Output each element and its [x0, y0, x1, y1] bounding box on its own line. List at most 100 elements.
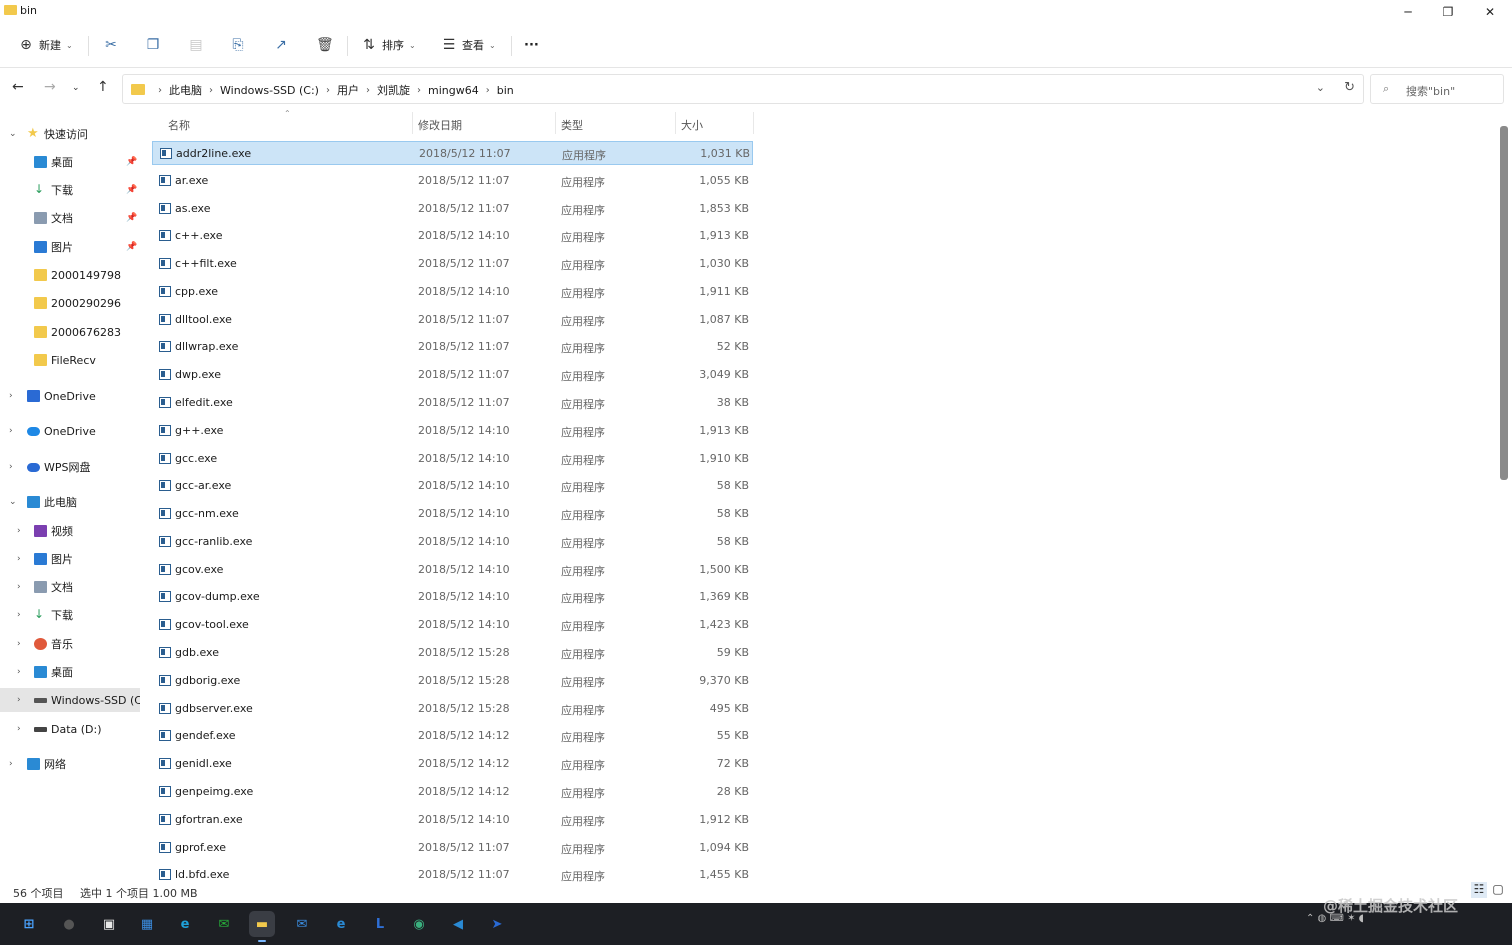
nav-item[interactable]: FileRecv: [0, 348, 140, 372]
file-row[interactable]: ar.exe 2018/5/12 11:07 应用程序 1,055 KB: [152, 169, 753, 193]
nav-item[interactable]: › Windows-SSD (C:): [0, 688, 140, 712]
vscode-icon[interactable]: ◀: [445, 911, 471, 937]
breadcrumb-item[interactable]: Windows-SSD (C:): [220, 84, 319, 97]
file-row[interactable]: dlltool.exe 2018/5/12 11:07 应用程序 1,087 KB: [152, 308, 753, 332]
column-divider[interactable]: [675, 112, 676, 134]
up-arrow-icon[interactable]: ↑: [97, 79, 109, 95]
file-row[interactable]: gcc.exe 2018/5/12 14:10 应用程序 1,910 KB: [152, 447, 753, 471]
breadcrumb-item[interactable]: 用户: [337, 82, 359, 98]
column-header-size[interactable]: 大小: [681, 117, 703, 133]
view-button[interactable]: ☰ 查看 ⌄: [441, 32, 496, 58]
file-row[interactable]: gdb.exe 2018/5/12 15:28 应用程序 59 KB: [152, 641, 753, 665]
feishu-icon[interactable]: ➤: [484, 911, 510, 937]
file-row[interactable]: as.exe 2018/5/12 11:07 应用程序 1,853 KB: [152, 197, 753, 221]
file-row[interactable]: gcov-tool.exe 2018/5/12 14:10 应用程序 1,423 KB: [152, 613, 753, 637]
column-header-name[interactable]: 名称: [168, 117, 190, 133]
nav-item[interactable]: 文档 📌: [0, 206, 140, 230]
chevron-right-icon[interactable]: ›: [17, 667, 21, 677]
edge-icon[interactable]: e: [172, 911, 198, 937]
file-row[interactable]: elfedit.exe 2018/5/12 11:07 应用程序 38 KB: [152, 391, 753, 415]
paste-button[interactable]: ▤: [188, 32, 204, 58]
browser-icon[interactable]: e: [328, 911, 354, 937]
nav-item[interactable]: › 文档: [0, 575, 140, 599]
chevron-down-icon[interactable]: ⌄: [9, 497, 17, 507]
nav-item[interactable]: › OneDrive: [0, 419, 140, 443]
close-button[interactable]: ✕: [1470, 0, 1510, 24]
new-button[interactable]: ⊕ 新建 ⌄: [18, 32, 73, 58]
nav-item[interactable]: › ↓ 下载: [0, 603, 140, 627]
file-row[interactable]: gcov.exe 2018/5/12 14:10 应用程序 1,500 KB: [152, 558, 753, 582]
file-row[interactable]: cpp.exe 2018/5/12 14:10 应用程序 1,911 KB: [152, 280, 753, 304]
maximize-button[interactable]: ❐: [1428, 0, 1468, 24]
task-view-icon[interactable]: ▣: [96, 911, 122, 937]
nav-item[interactable]: › 图片: [0, 547, 140, 571]
chevron-right-icon[interactable]: ›: [17, 582, 21, 592]
forward-arrow-icon[interactable]: →: [44, 79, 56, 95]
share-button[interactable]: ↗: [273, 32, 289, 58]
chevron-right-icon[interactable]: ›: [17, 554, 21, 564]
file-row[interactable]: gendef.exe 2018/5/12 14:12 应用程序 55 KB: [152, 724, 753, 748]
chevron-right-icon[interactable]: ›: [9, 462, 13, 472]
chevron-right-icon[interactable]: ›: [17, 610, 21, 620]
file-row[interactable]: genidl.exe 2018/5/12 14:12 应用程序 72 KB: [152, 752, 753, 776]
cut-button[interactable]: ✂: [103, 32, 119, 58]
chevron-right-icon[interactable]: ›: [9, 391, 13, 401]
widgets-icon[interactable]: ▦: [134, 911, 160, 937]
search-icon[interactable]: ●: [56, 911, 82, 937]
nav-item[interactable]: 图片 📌: [0, 235, 140, 259]
file-row[interactable]: c++.exe 2018/5/12 14:10 应用程序 1,913 KB: [152, 224, 753, 248]
tiles-view-icon[interactable]: ▢: [1490, 882, 1506, 898]
nav-item[interactable]: ↓ 下载 📌: [0, 178, 140, 202]
search-box[interactable]: ⌕ 搜索"bin": [1370, 74, 1504, 104]
start-icon[interactable]: ⊞: [16, 911, 42, 937]
nav-item[interactable]: › Data (D:): [0, 717, 140, 741]
nav-item[interactable]: 2000290296: [0, 291, 140, 315]
vertical-scrollbar[interactable]: [1500, 126, 1508, 480]
address-bar[interactable]: › 此电脑 › Windows-SSD (C:) › 用户 › 刘凯旋 › mi…: [122, 74, 1364, 104]
file-row[interactable]: gdbserver.exe 2018/5/12 15:28 应用程序 495 KB: [152, 697, 753, 721]
file-row[interactable]: c++filt.exe 2018/5/12 11:07 应用程序 1,030 KB: [152, 252, 753, 276]
chevron-right-icon[interactable]: ›: [17, 695, 21, 705]
file-row[interactable]: gcc-nm.exe 2018/5/12 14:10 应用程序 58 KB: [152, 502, 753, 526]
breadcrumb-item[interactable]: mingw64: [428, 84, 479, 97]
more-options-button[interactable]: ···: [524, 32, 539, 58]
file-row[interactable]: dllwrap.exe 2018/5/12 11:07 应用程序 52 KB: [152, 335, 753, 359]
details-view-icon[interactable]: ☷: [1471, 882, 1487, 898]
copy-button[interactable]: ❐: [145, 32, 161, 58]
breadcrumb-item[interactable]: 刘凯旋: [377, 82, 410, 98]
column-divider[interactable]: [555, 112, 556, 134]
sort-button[interactable]: ⇅ 排序 ⌄: [361, 32, 416, 58]
nav-item[interactable]: 2000149798: [0, 263, 140, 287]
rename-button[interactable]: ⎘: [230, 32, 246, 58]
chevron-right-icon[interactable]: ›: [17, 724, 21, 734]
file-explorer-icon[interactable]: ▬: [249, 911, 275, 942]
refresh-icon[interactable]: ↻: [1344, 80, 1355, 95]
chevron-down-icon[interactable]: ⌄: [1316, 81, 1325, 94]
chevron-right-icon[interactable]: ›: [9, 759, 13, 769]
lark-icon[interactable]: L: [367, 911, 393, 937]
nav-item[interactable]: › WPS网盘: [0, 455, 140, 479]
nav-item[interactable]: › 视频: [0, 519, 140, 543]
file-row[interactable]: g++.exe 2018/5/12 14:10 应用程序 1,913 KB: [152, 419, 753, 443]
file-row[interactable]: gcc-ar.exe 2018/5/12 14:10 应用程序 58 KB: [152, 474, 753, 498]
nav-item[interactable]: 2000676283: [0, 320, 140, 344]
file-row[interactable]: addr2line.exe 2018/5/12 11:07 应用程序 1,031 KB: [152, 141, 753, 165]
minimize-button[interactable]: ─: [1388, 0, 1428, 24]
color-app-icon[interactable]: ◉: [406, 911, 432, 937]
nav-item[interactable]: 桌面 📌: [0, 150, 140, 174]
file-row[interactable]: gfortran.exe 2018/5/12 14:10 应用程序 1,912 KB: [152, 808, 753, 832]
column-divider[interactable]: [753, 112, 754, 134]
recent-chevron-icon[interactable]: ⌄: [72, 83, 80, 93]
file-row[interactable]: dwp.exe 2018/5/12 11:07 应用程序 3,049 KB: [152, 363, 753, 387]
back-arrow-icon[interactable]: ←: [12, 79, 24, 95]
chevron-right-icon[interactable]: ›: [9, 426, 13, 436]
nav-item[interactable]: › OneDrive: [0, 384, 140, 408]
column-header-type[interactable]: 类型: [561, 117, 583, 133]
breadcrumb-item[interactable]: bin: [497, 84, 514, 97]
nav-item[interactable]: › 音乐: [0, 632, 140, 656]
nav-item[interactable]: ⌄ ★ 快速访问: [0, 122, 140, 146]
column-header-date[interactable]: 修改日期: [418, 117, 462, 133]
chevron-right-icon[interactable]: ›: [17, 526, 21, 536]
chevron-right-icon[interactable]: ›: [17, 639, 21, 649]
file-row[interactable]: gcov-dump.exe 2018/5/12 14:10 应用程序 1,369 KB: [152, 585, 753, 609]
